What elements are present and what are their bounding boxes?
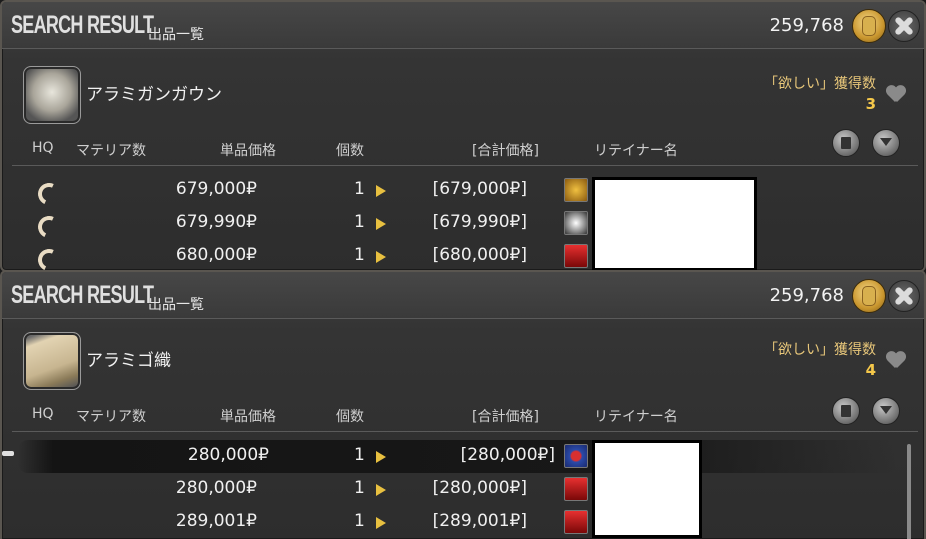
scales-icon: [564, 178, 588, 202]
quantity: 1: [354, 445, 365, 465]
listing-row-selected[interactable]: 280,000₽ 1 [280,000₽]: [18, 440, 898, 473]
listing-row[interactable]: 679,000₽ 1 [679,000₽]: [2, 174, 902, 207]
want-count: 3: [865, 95, 876, 113]
quantity: 1: [354, 245, 365, 265]
cursor-pointer-icon: [2, 451, 14, 456]
arrow-icon: [376, 185, 386, 197]
quantity: 1: [354, 511, 365, 531]
col-retainer[interactable]: リテイナー名: [594, 140, 678, 160]
cloth-item-icon[interactable]: [23, 332, 81, 390]
filter-button[interactable]: [872, 129, 900, 157]
want-label: 「欲しい」獲得数: [764, 76, 876, 92]
hq-icon: [36, 180, 56, 200]
redacted-retainer-names: [592, 177, 757, 270]
want-count: 4: [865, 361, 876, 379]
arrow-icon: [376, 484, 386, 496]
close-icon[interactable]: [888, 280, 920, 312]
title-bar[interactable]: SEARCH RESULT 出品一覧 259,768: [2, 2, 924, 49]
arrow-icon: [376, 218, 386, 230]
item-name: アラミゴ織: [86, 351, 171, 371]
hq-icon: [36, 246, 56, 266]
listing-row[interactable]: 680,000₽ 1 [680,000₽]: [2, 240, 902, 270]
red-crest-icon: [564, 244, 588, 268]
history-list-button[interactable]: [832, 397, 860, 425]
history-list-button[interactable]: [832, 129, 860, 157]
list-icon: [841, 405, 851, 417]
want-count-block: 「欲しい」獲得数 4: [764, 340, 876, 380]
arrow-icon: [376, 451, 386, 463]
col-unit-price[interactable]: 単品価格: [220, 406, 276, 426]
window-subtitle: 出品一覧: [148, 27, 204, 43]
header-divider: [12, 165, 918, 166]
heart-icon[interactable]: [886, 86, 906, 104]
filter-icon: [880, 138, 892, 146]
title-bar[interactable]: SEARCH RESULT 出品一覧 259,768: [2, 272, 924, 319]
window-title: SEARCH RESULT: [11, 11, 154, 39]
col-hq[interactable]: HQ: [32, 406, 54, 422]
unit-price: 280,000₽: [187, 445, 269, 465]
window-subtitle: 出品一覧: [148, 297, 204, 313]
col-materia[interactable]: マテリア数: [76, 406, 146, 426]
col-total[interactable]: [合計価格]: [472, 406, 539, 426]
col-quantity[interactable]: 個数: [336, 406, 364, 426]
unit-price: 289,001₽: [175, 511, 257, 531]
listing-row[interactable]: 679,990₽ 1 [679,990₽]: [2, 207, 902, 240]
quantity: 1: [354, 179, 365, 199]
want-label: 「欲しい」獲得数: [764, 342, 876, 358]
total-price: [679,990₽]: [432, 212, 527, 232]
blue-crest-icon: [564, 444, 588, 468]
col-quantity[interactable]: 個数: [336, 140, 364, 160]
item-name: アラミガンガウン: [86, 85, 222, 105]
red-crest-icon: [564, 477, 588, 501]
scrollbar[interactable]: [907, 444, 911, 539]
col-unit-price[interactable]: 単品価格: [220, 140, 276, 160]
gown-item-icon[interactable]: [23, 66, 81, 124]
gil-amount: 259,768: [769, 15, 844, 36]
col-materia[interactable]: マテリア数: [76, 140, 146, 160]
redacted-retainer-names: [592, 440, 702, 538]
arrow-icon: [376, 251, 386, 263]
total-price: [280,000₽]: [432, 478, 527, 498]
red-crest-icon: [564, 510, 588, 534]
quantity: 1: [354, 478, 365, 498]
total-price: [289,001₽]: [432, 511, 527, 531]
total-price: [680,000₽]: [432, 245, 527, 265]
gil-coin-icon: [852, 279, 886, 313]
swirl-icon: [564, 211, 588, 235]
list-icon: [841, 137, 851, 149]
hq-icon: [36, 213, 56, 233]
search-result-window-1: SEARCH RESULT 出品一覧 259,768 アラミガンガウン 「欲しい…: [0, 0, 926, 272]
filter-button[interactable]: [872, 397, 900, 425]
want-count-block: 「欲しい」獲得数 3: [764, 74, 876, 114]
filter-icon: [880, 406, 892, 414]
window-title: SEARCH RESULT: [11, 281, 154, 309]
header-divider: [12, 431, 918, 432]
unit-price: 679,990₽: [175, 212, 257, 232]
unit-price: 280,000₽: [175, 478, 257, 498]
gil-amount: 259,768: [769, 285, 844, 306]
col-retainer[interactable]: リテイナー名: [594, 406, 678, 426]
quantity: 1: [354, 212, 365, 232]
col-total[interactable]: [合計価格]: [472, 140, 539, 160]
heart-icon[interactable]: [886, 352, 906, 370]
arrow-icon: [376, 517, 386, 529]
close-icon[interactable]: [888, 10, 920, 42]
listing-row[interactable]: 280,000₽ 1 [280,000₽]: [2, 473, 902, 506]
total-price: [280,000₽]: [460, 445, 555, 465]
listing-row[interactable]: 289,001₽ 1 [289,001₽]: [2, 506, 902, 539]
search-result-window-2: SEARCH RESULT 出品一覧 259,768 アラミゴ織 「欲しい」獲得…: [0, 270, 926, 539]
gil-coin-icon: [852, 9, 886, 43]
unit-price: 679,000₽: [175, 179, 257, 199]
unit-price: 680,000₽: [175, 245, 257, 265]
col-hq[interactable]: HQ: [32, 140, 54, 156]
total-price: [679,000₽]: [432, 179, 527, 199]
